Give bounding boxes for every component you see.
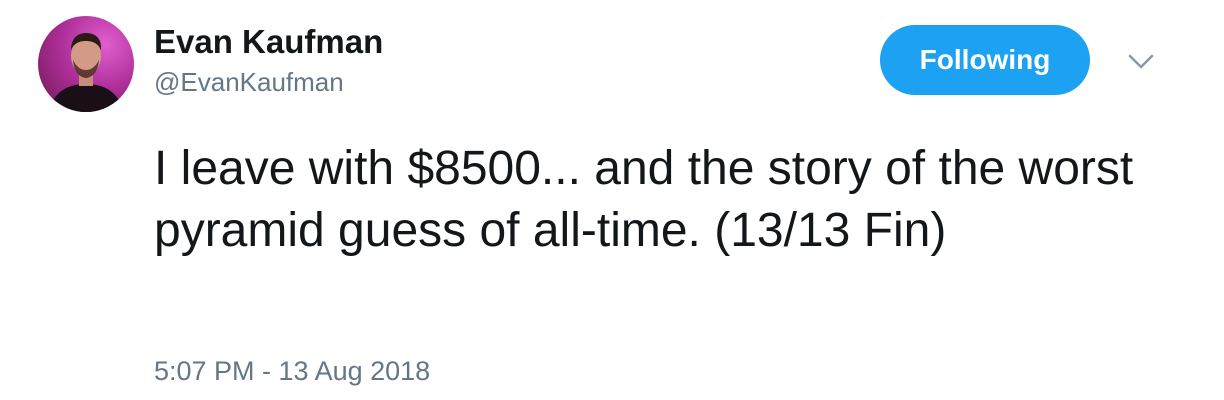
chevron-down-icon (1128, 54, 1154, 69)
tweet-card: Evan Kaufman @EvanKaufman Following I le… (0, 0, 1224, 400)
avatar[interactable] (38, 16, 134, 112)
author-handle[interactable]: @EvanKaufman (154, 66, 344, 98)
tweet-timestamp[interactable]: 5:07 PM - 13 Aug 2018 (154, 354, 430, 388)
tweet-menu-button[interactable] (1124, 46, 1158, 76)
author-name[interactable]: Evan Kaufman (154, 22, 383, 62)
following-button[interactable]: Following (880, 25, 1090, 95)
avatar-image (48, 33, 124, 112)
tweet-text: I leave with $8500... and the story of t… (154, 142, 1134, 257)
